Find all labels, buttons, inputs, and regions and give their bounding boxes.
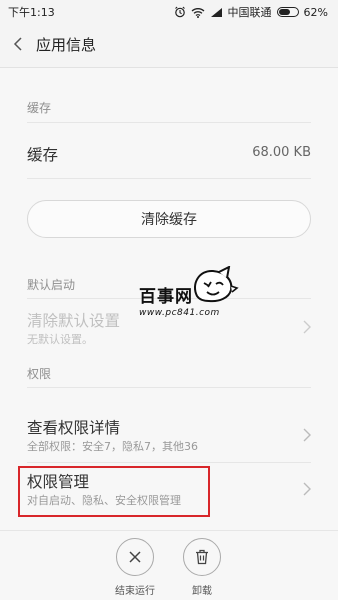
chevron-left-icon[interactable] bbox=[0, 24, 36, 64]
section-label-cache: 缓存 bbox=[27, 101, 52, 115]
close-icon bbox=[129, 551, 141, 563]
section-label-permissions: 权限 bbox=[27, 367, 52, 381]
status-time: 下午1:13 bbox=[8, 6, 55, 19]
section-label-default-launch: 默认启动 bbox=[27, 278, 76, 292]
alarm-icon bbox=[174, 6, 186, 18]
uninstall-label: 卸载 bbox=[192, 586, 212, 597]
permission-details-subtitle: 全部权限：安全7，隐私7，其他36 bbox=[27, 440, 198, 453]
battery-icon bbox=[276, 7, 299, 17]
wifi-icon bbox=[191, 7, 205, 18]
watermark-url: www.pc841.com bbox=[139, 308, 220, 318]
divider bbox=[27, 387, 311, 388]
clear-cache-button[interactable]: 清除缓存 bbox=[27, 200, 311, 238]
permission-details-title: 查看权限详情 bbox=[27, 419, 121, 437]
status-icons: 中国联通 62% bbox=[174, 4, 328, 20]
divider bbox=[27, 462, 311, 463]
clear-defaults-title: 清除默认设置 bbox=[27, 312, 121, 330]
chevron-right-icon bbox=[303, 428, 311, 442]
chevron-right-icon bbox=[303, 482, 311, 496]
highlight-box bbox=[18, 466, 210, 517]
app-bar: 应用信息 bbox=[0, 24, 338, 64]
watermark-logo: 百事网 www.pc841.com bbox=[139, 266, 245, 326]
chevron-right-icon bbox=[303, 320, 311, 334]
scroll-divider bbox=[0, 64, 338, 68]
watermark-text: 百事网 bbox=[139, 287, 193, 307]
trash-icon bbox=[196, 549, 208, 565]
page-title: 应用信息 bbox=[36, 35, 97, 54]
status-bar: 下午1:13 中国联通 62% bbox=[0, 0, 338, 24]
stop-app-label: 结束运行 bbox=[115, 586, 155, 597]
battery-percent: 62% bbox=[303, 5, 328, 19]
bottom-action-bar: 结束运行 卸载 bbox=[0, 530, 338, 600]
uninstall-button[interactable]: 卸载 bbox=[172, 538, 232, 597]
stop-app-button[interactable]: 结束运行 bbox=[105, 538, 165, 597]
cache-row-title: 缓存 bbox=[27, 146, 59, 164]
stop-button-circle bbox=[116, 538, 154, 576]
cache-size-value: 68.00 KB bbox=[252, 145, 311, 160]
divider bbox=[27, 178, 311, 179]
clear-defaults-subtitle: 无默认设置。 bbox=[27, 333, 93, 346]
mascot-icon bbox=[194, 266, 239, 303]
divider bbox=[27, 122, 311, 123]
uninstall-button-circle bbox=[183, 538, 221, 576]
carrier-name: 中国联通 bbox=[227, 6, 272, 19]
signal-icon bbox=[210, 7, 223, 18]
battery-level bbox=[278, 9, 290, 15]
